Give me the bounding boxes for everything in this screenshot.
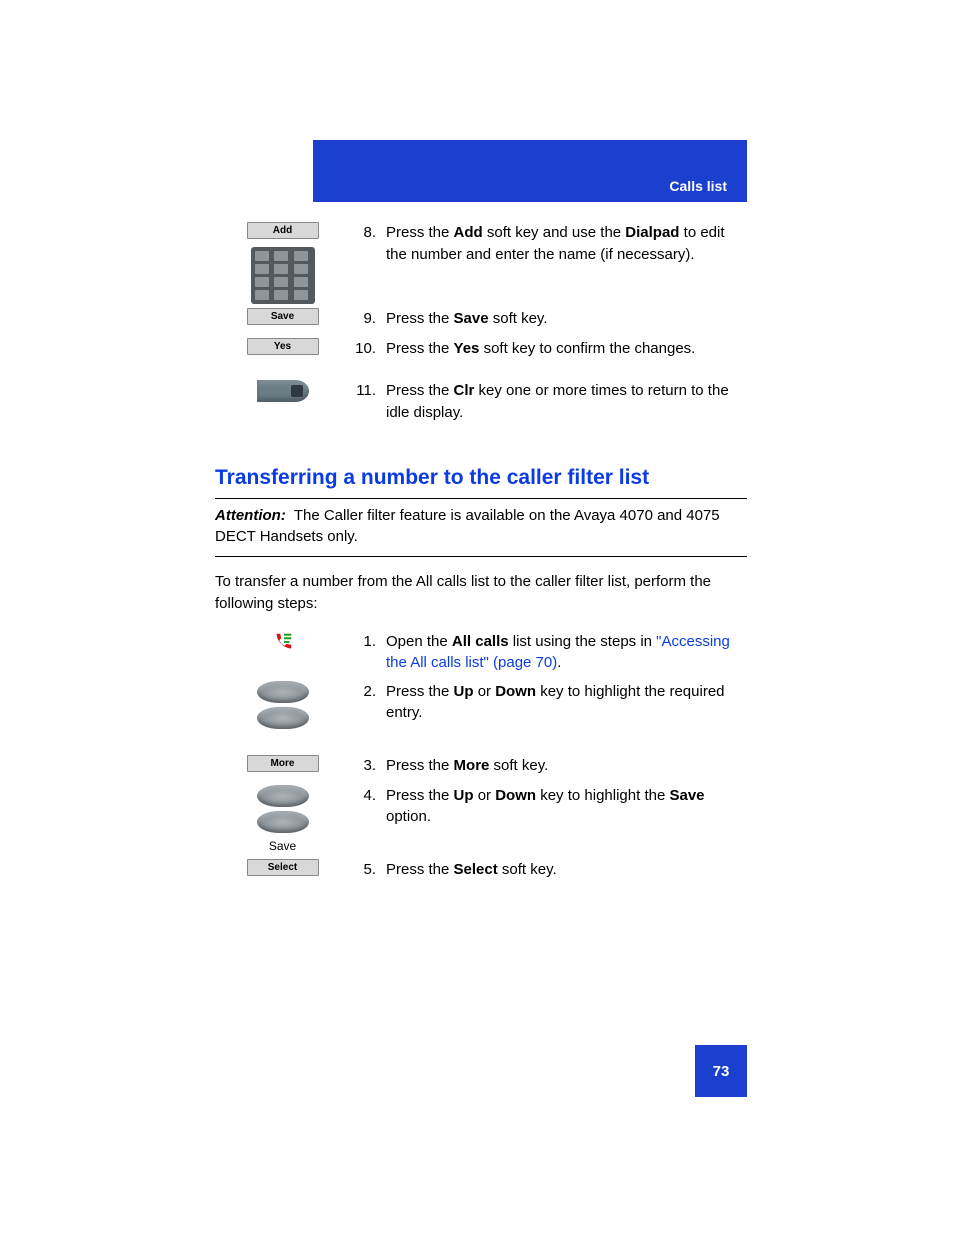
step-row: Select 5.Press the Select soft key.: [215, 859, 747, 885]
step-text: Press the Select soft key.: [386, 861, 557, 878]
attention-box: Attention:The Caller filter feature is a…: [215, 505, 747, 549]
section-heading: Transferring a number to the caller filt…: [215, 466, 747, 490]
step-number: 4.: [350, 785, 386, 807]
softkey-add-icon: Add: [247, 222, 319, 239]
nav-key-icon: [257, 707, 309, 729]
step-row: 1.Open the All calls list using the step…: [215, 631, 747, 677]
nav-key-icon: [257, 681, 309, 703]
nav-key-icon: [257, 785, 309, 807]
step-row: 11.Press the Clr key one or more times t…: [215, 380, 747, 424]
step-number: 3.: [350, 755, 386, 777]
step-icon-col: More: [215, 755, 350, 772]
step-text-col: 2.Press the Up or Down key to highlight …: [350, 681, 747, 725]
step-row: Add 8.Press the Add soft key and use the …: [215, 222, 747, 304]
step-number: 5.: [350, 859, 386, 881]
step-number: 9.: [350, 308, 386, 330]
dialpad-icon: [251, 247, 315, 304]
step-text-col: 9.Press the Save soft key.: [350, 308, 747, 330]
step-row: 2.Press the Up or Down key to highlight …: [215, 681, 747, 751]
intro-text: To transfer a number from the All calls …: [215, 571, 747, 615]
step-text: Press the Up or Down key to highlight th…: [386, 787, 705, 826]
step-text: Press the Up or Down key to highlight th…: [386, 683, 725, 722]
divider: [215, 556, 747, 557]
procedure-steps: 1.Open the All calls list using the step…: [215, 631, 747, 885]
step-row: More 3.Press the More soft key.: [215, 755, 747, 781]
step-text: Press the Save soft key.: [386, 310, 548, 327]
step-text-col: 5.Press the Select soft key.: [350, 859, 747, 881]
step-number: 1.: [350, 631, 386, 653]
softkey-yes-icon: Yes: [247, 338, 319, 355]
step-icon-col: Yes: [215, 338, 350, 355]
step-icon-col: Save: [215, 308, 350, 325]
step-number: 8.: [350, 222, 386, 244]
step-row: Save 4.Press the Up or Down key to highli…: [215, 785, 747, 855]
step-icon-col: [215, 631, 350, 653]
content-area: Add 8.Press the Add soft key and use the …: [215, 222, 747, 889]
option-label: Save: [269, 839, 296, 853]
step-text-col: 1.Open the All calls list using the step…: [350, 631, 747, 675]
step-text-col: 10.Press the Yes soft key to confirm the…: [350, 338, 747, 360]
header-bar: Calls list: [313, 140, 747, 202]
step-icon-col: [215, 681, 350, 729]
clr-key-icon: [257, 380, 309, 402]
step-row: Save 9.Press the Save soft key.: [215, 308, 747, 334]
page-number: 73: [695, 1045, 747, 1097]
step-text-col: 3.Press the More soft key.: [350, 755, 747, 777]
step-icon-col: Save: [215, 785, 350, 853]
step-icon-col: Add: [215, 222, 350, 304]
step-text: Press the Clr key one or more times to r…: [386, 382, 729, 421]
softkey-more-icon: More: [247, 755, 319, 772]
step-text: Press the Add soft key and use the Dialp…: [386, 224, 725, 263]
step-text-col: 4.Press the Up or Down key to highlight …: [350, 785, 747, 829]
nav-key-icon: [257, 811, 309, 833]
top-steps: Add 8.Press the Add soft key and use the …: [215, 222, 747, 424]
step-number: 11.: [350, 380, 386, 402]
step-number: 10.: [350, 338, 386, 360]
step-number: 2.: [350, 681, 386, 703]
divider: [215, 498, 747, 499]
step-icon-col: Select: [215, 859, 350, 876]
attention-label: Attention:: [215, 507, 294, 524]
section-label: Calls list: [669, 178, 727, 194]
softkey-select-icon: Select: [247, 859, 319, 876]
step-text-col: 8.Press the Add soft key and use the Dia…: [350, 222, 747, 266]
step-icon-col: [215, 380, 350, 402]
page: Calls list Add 8.Press the Add soft key a…: [0, 0, 954, 1235]
step-text-col: 11.Press the Clr key one or more times t…: [350, 380, 747, 424]
calls-list-icon: [272, 631, 294, 653]
softkey-save-icon: Save: [247, 308, 319, 325]
step-text: Open the All calls list using the steps …: [386, 633, 730, 672]
xref-link[interactable]: "Accessing the All calls list" (page 70): [386, 633, 730, 672]
step-text: Press the More soft key.: [386, 757, 548, 774]
step-text: Press the Yes soft key to confirm the ch…: [386, 340, 695, 357]
step-row: Yes 10.Press the Yes soft key to confirm …: [215, 338, 747, 364]
